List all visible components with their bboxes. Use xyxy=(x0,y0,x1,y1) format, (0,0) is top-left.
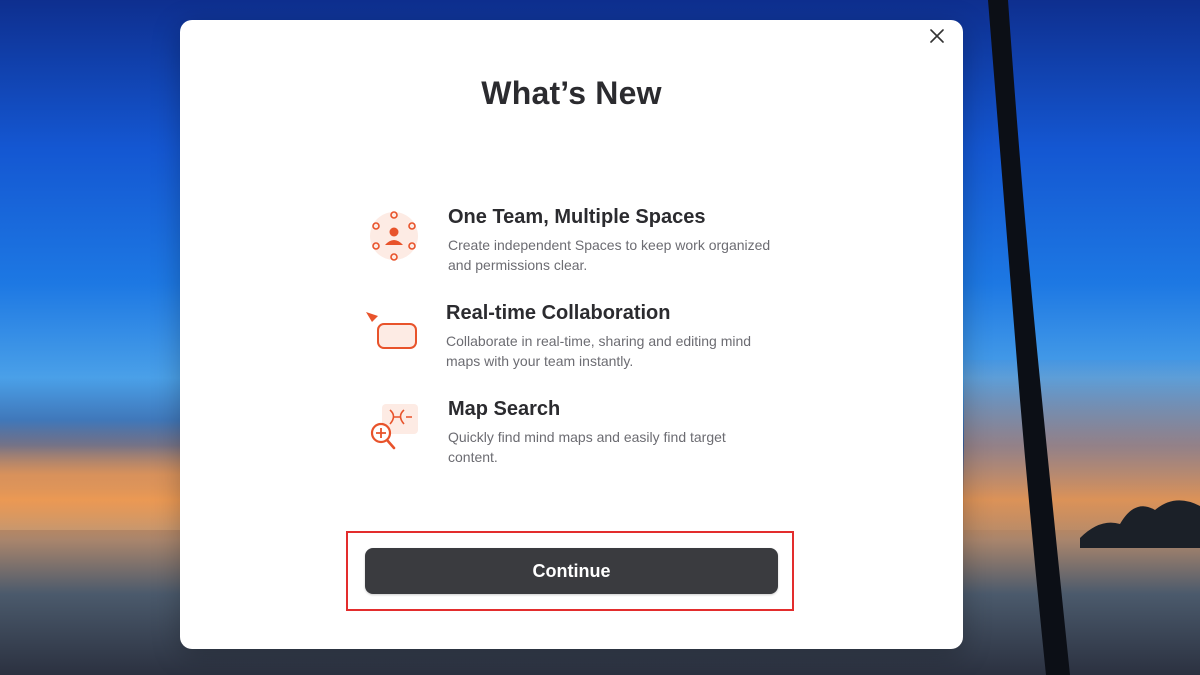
dialog-title: What’s New xyxy=(481,75,662,111)
feature-item-spaces: One Team, Multiple Spaces Create indepen… xyxy=(364,206,784,276)
feature-description: Create independent Spaces to keep work o… xyxy=(448,237,771,273)
palm-tree-silhouette xyxy=(988,0,1070,675)
feature-description: Collaborate in real-time, sharing and ed… xyxy=(446,333,752,369)
feature-item-collaboration: Real-time Collaboration Collaborate in r… xyxy=(364,302,784,372)
close-icon[interactable] xyxy=(930,29,944,43)
whats-new-dialog: What’s New One Team, Multiple Spaces Cre… xyxy=(180,20,963,649)
close-button[interactable] xyxy=(927,26,947,46)
map-search-icon xyxy=(370,404,418,450)
feature-heading: Real-time Collaboration xyxy=(446,302,671,324)
feature-heading: One Team, Multiple Spaces xyxy=(448,206,706,228)
collaboration-cursor-icon xyxy=(366,312,417,349)
team-spaces-icon xyxy=(370,211,418,261)
feature-item-map-search: Map Search Quickly find mind maps and ea… xyxy=(364,398,784,468)
continue-button[interactable]: Continue xyxy=(365,548,778,594)
sunset-glow-left xyxy=(0,420,180,530)
feature-description: Quickly find mind maps and easily find t… xyxy=(448,429,726,465)
feature-heading: Map Search xyxy=(448,398,561,420)
